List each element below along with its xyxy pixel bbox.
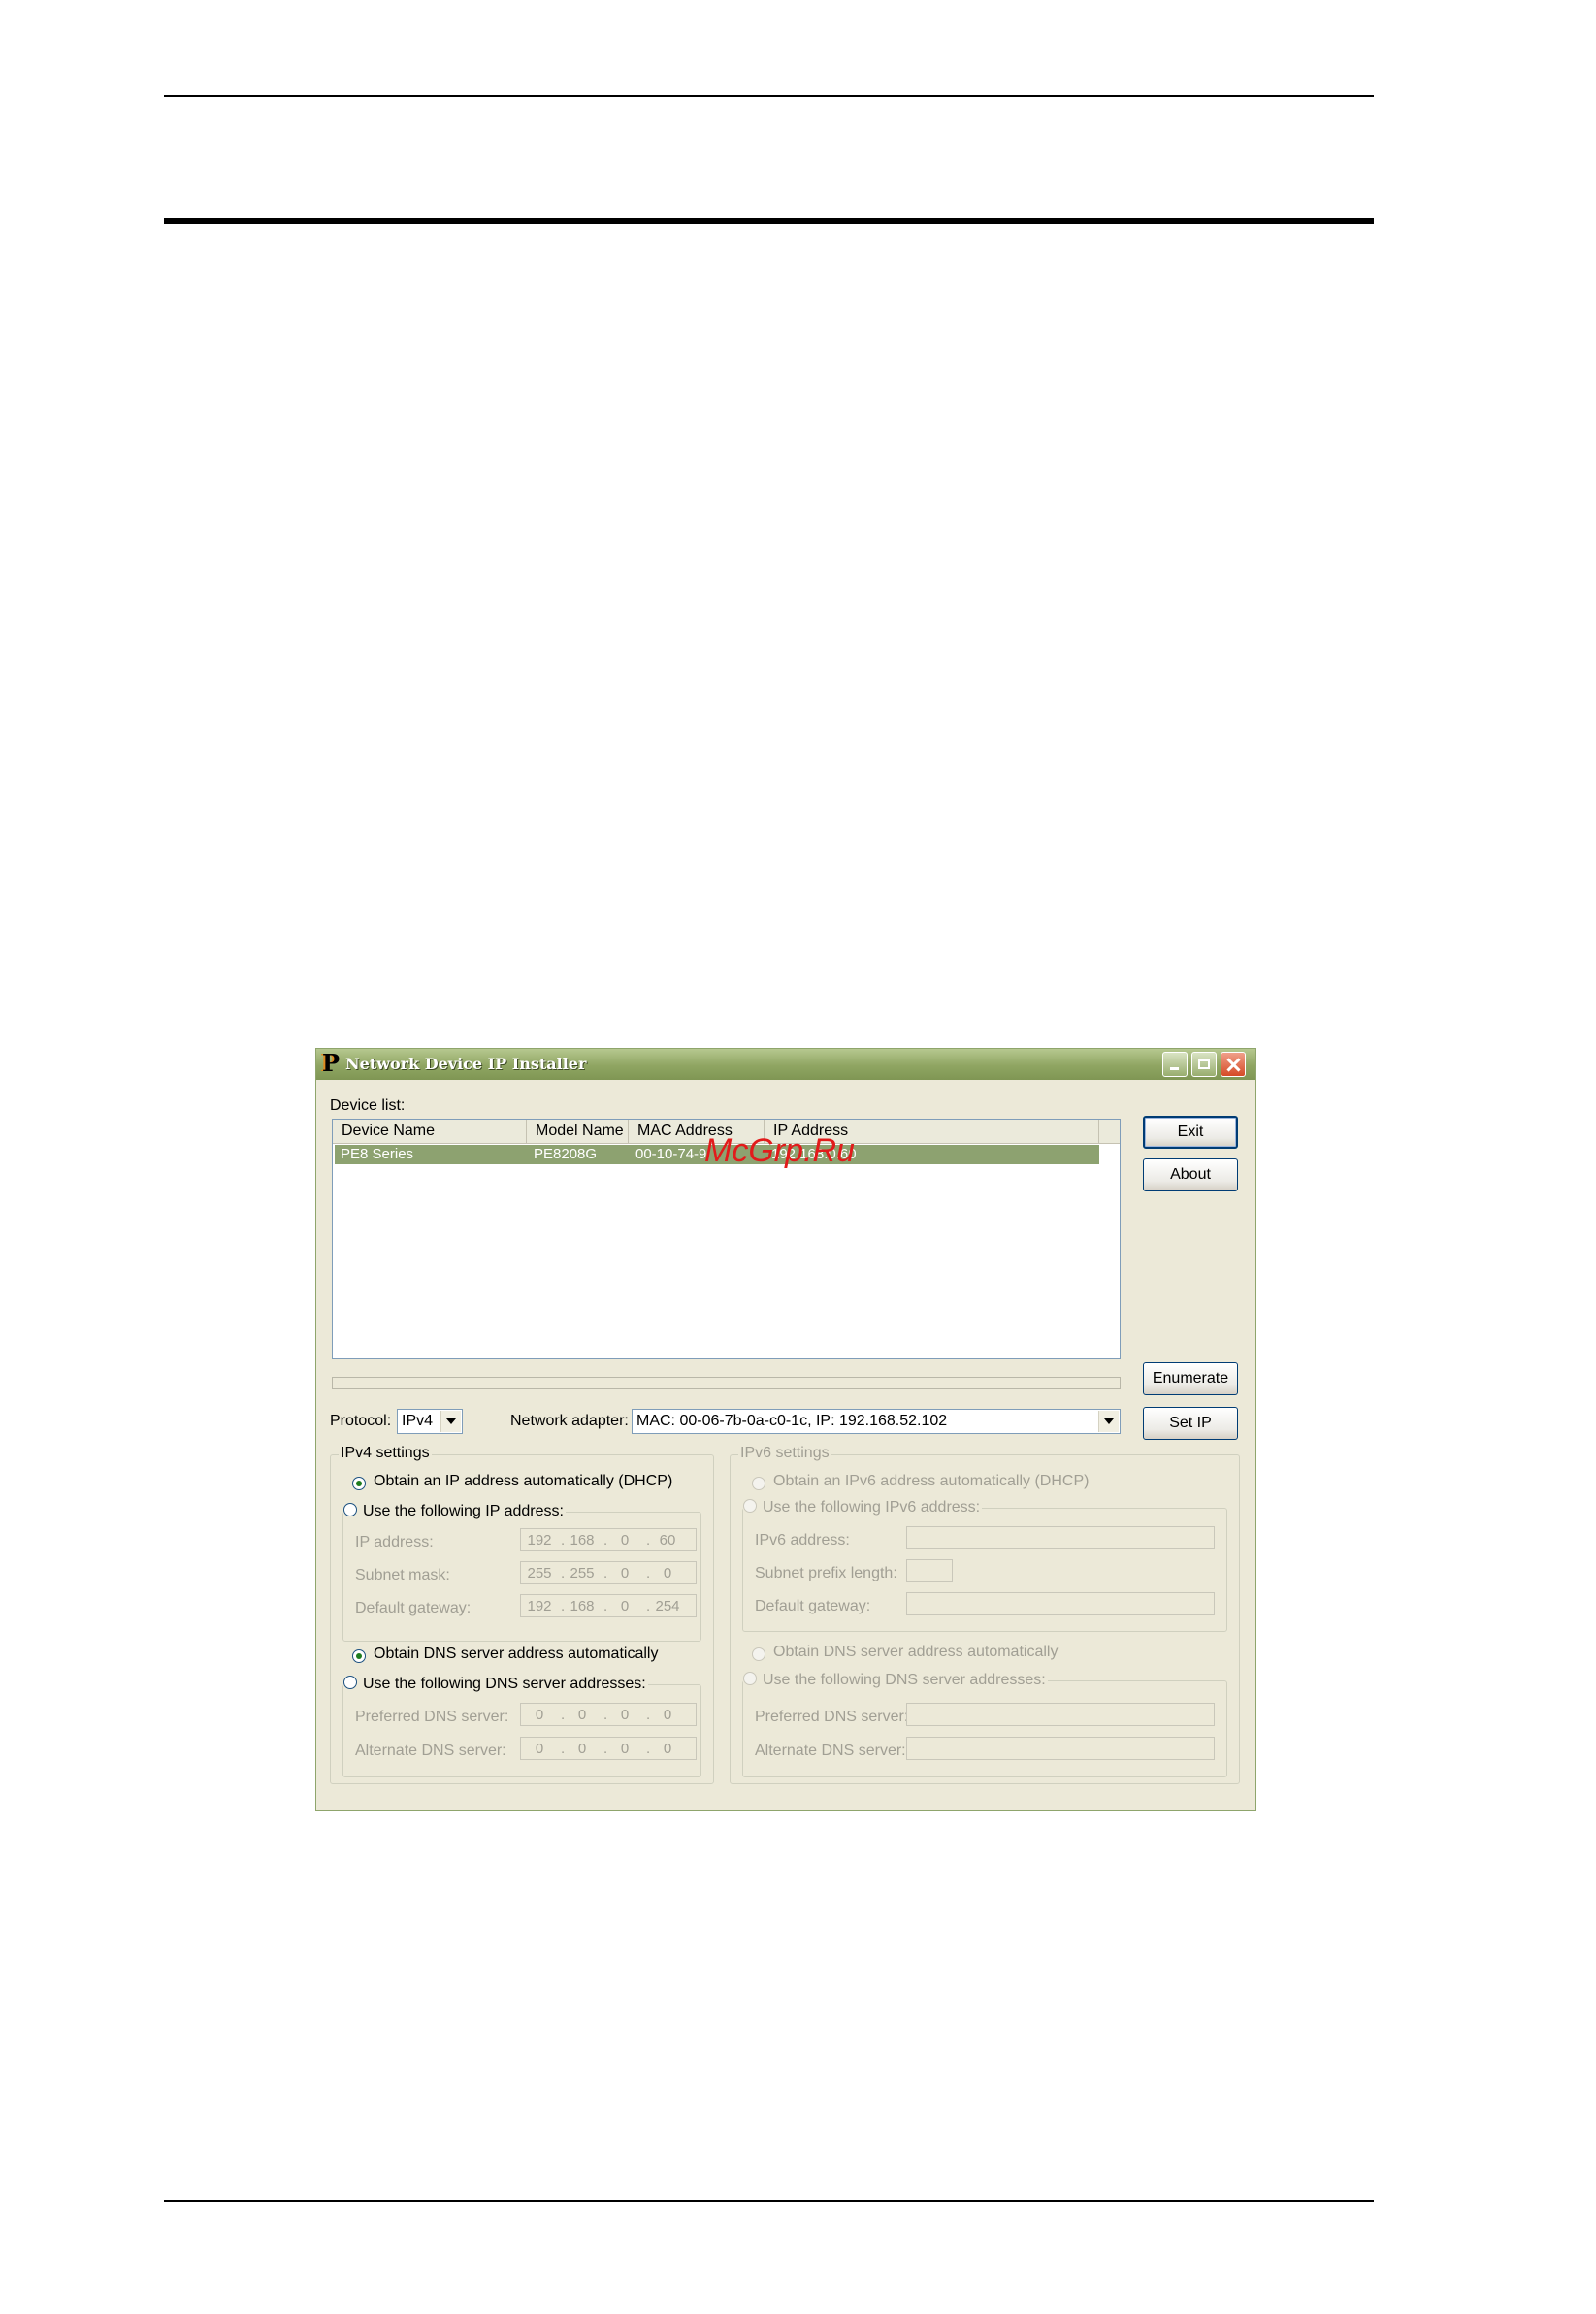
octet: 0 bbox=[663, 1707, 672, 1723]
octet: 60 bbox=[659, 1532, 676, 1548]
octet: 254 bbox=[655, 1598, 680, 1614]
chevron-down-icon[interactable] bbox=[1098, 1411, 1119, 1432]
ipv4-pref-dns-input[interactable]: 0. 0. 0. 0 bbox=[520, 1703, 697, 1726]
ipv4-mask-label: Subnet mask: bbox=[355, 1567, 450, 1583]
ipv6-settings-group: IPv6 settings Obtain an IPv6 address aut… bbox=[730, 1445, 1240, 1784]
ipv6-dhcp-radio[interactable] bbox=[752, 1477, 765, 1490]
ipv4-gateway-label: Default gateway: bbox=[355, 1600, 472, 1616]
close-button[interactable] bbox=[1221, 1052, 1246, 1077]
enumerate-button[interactable]: Enumerate bbox=[1143, 1362, 1238, 1395]
ipv6-static-group: Use the following IPv6 address: IPv6 add… bbox=[742, 1498, 1227, 1632]
top-rule bbox=[164, 95, 1374, 97]
ipv4-dhcp-radio[interactable] bbox=[352, 1477, 366, 1490]
ipv4-settings-title: IPv4 settings bbox=[339, 1445, 432, 1462]
octet: 0 bbox=[577, 1741, 587, 1757]
ipv4-gateway-input[interactable]: 192. 168. 0. 254 bbox=[520, 1594, 697, 1617]
ipv6-gateway-input[interactable] bbox=[906, 1592, 1215, 1615]
ipv4-pref-dns-label: Preferred DNS server: bbox=[355, 1709, 509, 1725]
ipv6-dhcp-label[interactable]: Obtain an IPv6 address automatically (DH… bbox=[773, 1473, 1089, 1490]
octet: 0 bbox=[620, 1741, 630, 1757]
octet: 168 bbox=[570, 1532, 595, 1548]
ipv4-ip-input[interactable]: 192. 168. 0. 60 bbox=[520, 1528, 697, 1551]
column-model-name[interactable]: Model Name bbox=[527, 1120, 629, 1143]
set-ip-button[interactable]: Set IP bbox=[1143, 1407, 1238, 1440]
cell-model-name: PE8208G bbox=[534, 1146, 598, 1162]
octet: 0 bbox=[535, 1707, 544, 1723]
progress-bar bbox=[332, 1377, 1121, 1389]
exit-button[interactable]: Exit bbox=[1143, 1116, 1238, 1149]
ipv6-dns-static-radio[interactable] bbox=[743, 1672, 757, 1685]
octet: 192 bbox=[527, 1598, 552, 1614]
ipv6-alt-dns-label: Alternate DNS server: bbox=[755, 1743, 906, 1759]
header-rule bbox=[164, 218, 1374, 224]
network-adapter-value: MAC: 00-06-7b-0a-c0-1c, IP: 192.168.52.1… bbox=[636, 1413, 948, 1429]
protocol-value: IPv4 bbox=[402, 1413, 434, 1429]
ipv4-static-group: Use the following IP address: IP address… bbox=[342, 1502, 701, 1642]
ipv6-dns-static-label[interactable]: Use the following DNS server addresses: bbox=[763, 1672, 1046, 1688]
app-icon: P bbox=[322, 1049, 341, 1077]
ip-installer-window: P Network Device IP Installer Device lis… bbox=[315, 1048, 1256, 1811]
octet: 0 bbox=[620, 1707, 630, 1723]
ipv4-alt-dns-label: Alternate DNS server: bbox=[355, 1743, 506, 1759]
octet: 0 bbox=[663, 1741, 672, 1757]
ipv6-dns-static-group: Use the following DNS server addresses: … bbox=[742, 1671, 1227, 1777]
ipv4-dns-static-radio[interactable] bbox=[343, 1676, 357, 1689]
ipv6-settings-title: IPv6 settings bbox=[738, 1445, 831, 1462]
ipv6-static-label[interactable]: Use the following IPv6 address: bbox=[763, 1499, 980, 1516]
device-list-label: Device list: bbox=[330, 1097, 406, 1114]
ipv4-dns-auto-radio[interactable] bbox=[352, 1649, 366, 1663]
footer-rule bbox=[164, 2200, 1374, 2202]
octet: 255 bbox=[570, 1565, 595, 1581]
ipv4-ip-label: IP address: bbox=[355, 1534, 434, 1550]
ipv4-settings-group: IPv4 settings Obtain an IP address autom… bbox=[330, 1445, 714, 1784]
ipv6-static-radio[interactable] bbox=[743, 1499, 757, 1513]
ipv6-static-legend: Use the following IPv6 address: bbox=[743, 1498, 983, 1516]
ipv6-prefix-label: Subnet prefix length: bbox=[755, 1565, 897, 1581]
column-device-name[interactable]: Device Name bbox=[333, 1120, 527, 1143]
octet: 0 bbox=[577, 1707, 587, 1723]
chevron-down-icon[interactable] bbox=[440, 1411, 461, 1432]
cell-device-name: PE8 Series bbox=[341, 1146, 414, 1162]
ipv4-dhcp-label[interactable]: Obtain an IP address automatically (DHCP… bbox=[374, 1473, 672, 1490]
ipv6-dns-auto-label[interactable]: Obtain DNS server address automatically bbox=[773, 1644, 1058, 1661]
ipv6-dns-static-legend: Use the following DNS server addresses: bbox=[743, 1671, 1048, 1689]
octet: 0 bbox=[620, 1565, 630, 1581]
ipv4-dns-static-label[interactable]: Use the following DNS server addresses: bbox=[363, 1676, 646, 1692]
octet: 0 bbox=[620, 1598, 630, 1614]
cell-mac-address: 00-10-74-9 bbox=[635, 1146, 707, 1162]
ipv4-dns-auto-label[interactable]: Obtain DNS server address automatically bbox=[374, 1646, 658, 1663]
ipv4-dns-static-group: Use the following DNS server addresses: … bbox=[342, 1675, 701, 1777]
ipv4-static-label[interactable]: Use the following IP address: bbox=[363, 1503, 564, 1519]
ipv6-alt-dns-input[interactable] bbox=[906, 1737, 1215, 1760]
protocol-select[interactable]: IPv4 bbox=[397, 1409, 463, 1434]
ipv4-static-legend: Use the following IP address: bbox=[343, 1502, 566, 1520]
network-adapter-select[interactable]: MAC: 00-06-7b-0a-c0-1c, IP: 192.168.52.1… bbox=[632, 1409, 1121, 1434]
octet: 192 bbox=[527, 1532, 552, 1548]
octet: 0 bbox=[663, 1565, 672, 1581]
minimize-button[interactable] bbox=[1162, 1052, 1188, 1077]
octet: 0 bbox=[620, 1532, 630, 1548]
watermark-text: McGrp.Ru bbox=[704, 1132, 855, 1169]
ipv6-pref-dns-input[interactable] bbox=[906, 1703, 1215, 1726]
ipv6-prefix-input[interactable] bbox=[906, 1559, 953, 1582]
ipv4-mask-input[interactable]: 255. 255. 0. 0 bbox=[520, 1561, 697, 1584]
ipv6-gateway-label: Default gateway: bbox=[755, 1598, 871, 1614]
octet: 255 bbox=[527, 1565, 552, 1581]
maximize-button[interactable] bbox=[1191, 1052, 1217, 1077]
ipv4-dns-static-legend: Use the following DNS server addresses: bbox=[343, 1675, 648, 1693]
ipv6-pref-dns-label: Preferred DNS server: bbox=[755, 1709, 909, 1725]
protocol-label: Protocol: bbox=[330, 1413, 392, 1429]
octet: 168 bbox=[570, 1598, 595, 1614]
window-title: Network Device IP Installer bbox=[345, 1055, 587, 1073]
title-bar[interactable]: P Network Device IP Installer bbox=[316, 1049, 1255, 1080]
ipv6-ip-label: IPv6 address: bbox=[755, 1532, 850, 1548]
ipv6-ip-input[interactable] bbox=[906, 1526, 1215, 1549]
about-button[interactable]: About bbox=[1143, 1158, 1238, 1191]
network-adapter-label: Network adapter: bbox=[510, 1413, 629, 1429]
ipv4-alt-dns-input[interactable]: 0. 0. 0. 0 bbox=[520, 1737, 697, 1760]
ipv4-static-radio[interactable] bbox=[343, 1503, 357, 1516]
octet: 0 bbox=[535, 1741, 544, 1757]
ipv6-dns-auto-radio[interactable] bbox=[752, 1647, 765, 1661]
